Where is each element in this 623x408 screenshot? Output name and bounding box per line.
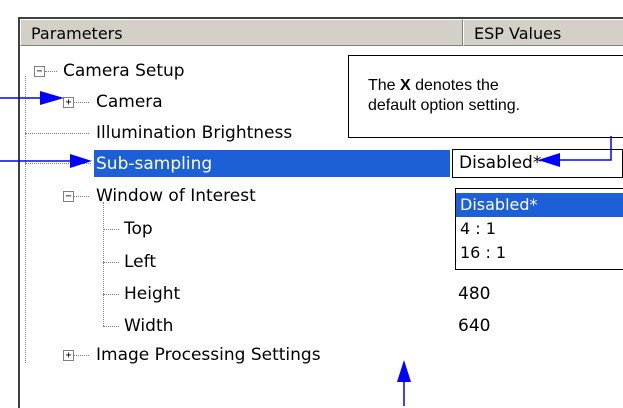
arrow-head-up-icon	[397, 360, 411, 382]
arrow-head-left-icon	[538, 153, 560, 167]
arrow-head-right-icon	[70, 154, 92, 168]
arrow-head-right-icon	[40, 91, 64, 105]
annotation-arrows	[0, 91, 612, 406]
